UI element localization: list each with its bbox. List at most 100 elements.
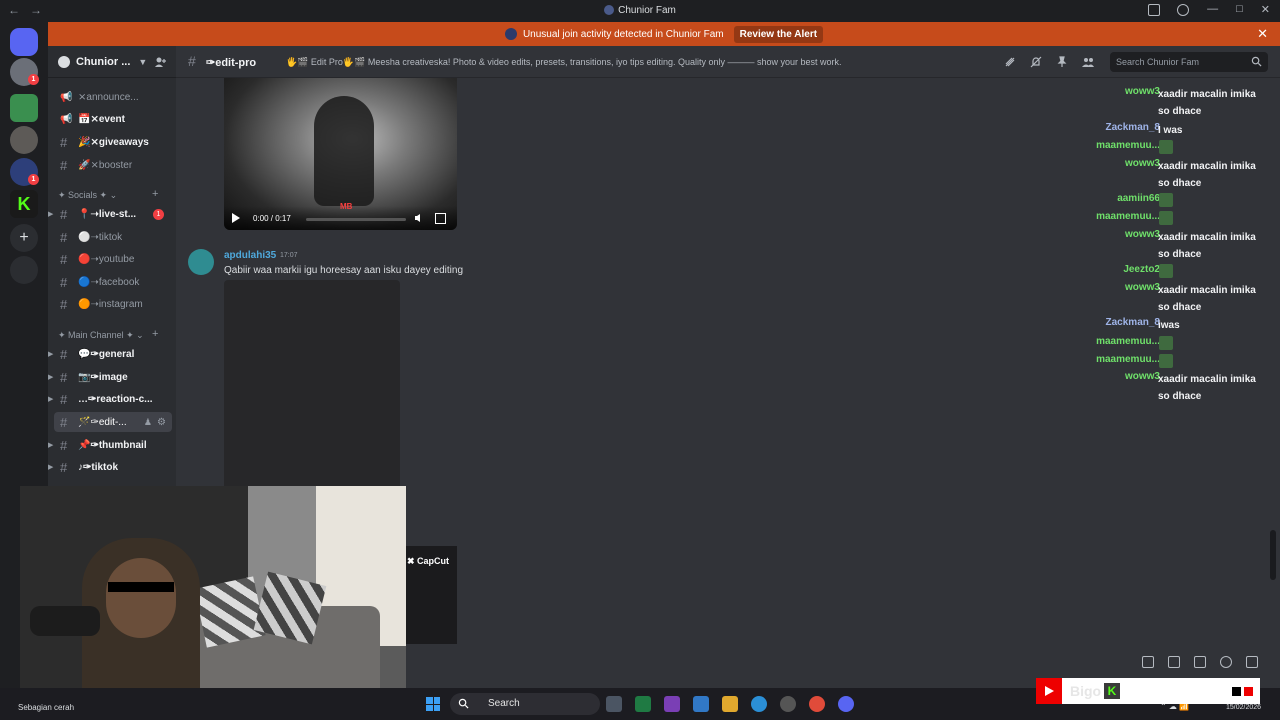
- channel-item-event[interactable]: 📢 📅⨯event: [48, 109, 176, 129]
- webcam-overlay: [20, 486, 406, 703]
- server-avatar[interactable]: [10, 94, 38, 122]
- avatar[interactable]: [188, 249, 214, 275]
- channel-item-general[interactable]: ▶ # 💬✑general: [48, 344, 176, 364]
- server-header[interactable]: Chunior ... ▼: [48, 46, 176, 78]
- apps-icon[interactable]: [1246, 656, 1258, 668]
- fullscreen-icon[interactable]: [435, 213, 446, 224]
- hash-icon: #: [60, 346, 68, 362]
- file-explorer-icon[interactable]: [722, 696, 738, 712]
- invite-icon[interactable]: ♟: [144, 417, 152, 428]
- overlay-chat-line: xaadir macalin imika: [1158, 284, 1256, 296]
- scrollbar[interactable]: [1270, 530, 1276, 580]
- sticker-icon[interactable]: [1194, 656, 1206, 668]
- composer-toolbar: [1142, 656, 1258, 668]
- maximize-icon[interactable]: □: [1236, 3, 1243, 16]
- mute-bell-icon[interactable]: [1030, 55, 1042, 68]
- channel-item-live-stream[interactable]: ▶ # 📍➝live-st... 1: [48, 204, 176, 224]
- add-channel-icon[interactable]: +: [152, 188, 158, 200]
- gear-icon[interactable]: ⚙: [157, 417, 166, 428]
- channel-name: ✑edit-pro: [206, 57, 257, 69]
- channel-item-tiktok-main[interactable]: ▶ # ♪✑tiktok: [48, 457, 176, 477]
- channel-item-booster[interactable]: # 🚀⨯booster: [48, 155, 176, 175]
- add-channel-icon[interactable]: +: [152, 328, 158, 340]
- windows-start-icon[interactable]: [426, 697, 440, 711]
- channel-label: ⨯announce...: [78, 91, 139, 103]
- discover-icon[interactable]: [10, 256, 38, 284]
- capcut-video-attachment[interactable]: ✖ CapCut: [403, 546, 457, 644]
- category-main-channel[interactable]: ✦ Main Channel ✦ ⌄ +: [58, 328, 158, 341]
- message-author[interactable]: apdulahi35: [224, 250, 276, 261]
- mention-badge: 1: [153, 208, 164, 220]
- taskbar-search[interactable]: Search: [450, 693, 600, 715]
- emoji-icon[interactable]: [1220, 656, 1232, 668]
- category-socials[interactable]: ✦ Socials ✦ ⌄ +: [58, 188, 158, 201]
- inbox-icon[interactable]: [1148, 4, 1160, 16]
- stream-social-badge: Bigo K: [1036, 678, 1260, 704]
- hash-icon: #: [60, 369, 68, 385]
- channel-item-image[interactable]: ▶ # 📷✑image: [48, 367, 176, 387]
- pin-icon[interactable]: [1056, 55, 1068, 67]
- channel-label: 📍➝live-st...: [78, 208, 137, 220]
- channel-item-thumbnail[interactable]: ▶ # 📌✑thumbnail: [48, 435, 176, 455]
- channel-label: 📌✑thumbnail: [78, 439, 147, 451]
- search-input[interactable]: Search Chunior Fam: [1110, 52, 1268, 72]
- window-controls: — □ ✕: [1207, 3, 1270, 16]
- threads-icon[interactable]: [1004, 55, 1016, 67]
- channel-item-tiktok[interactable]: # ⚪➝tiktok: [48, 227, 176, 247]
- gif-icon[interactable]: [1168, 656, 1180, 668]
- hash-icon: #: [60, 459, 68, 475]
- channel-item-reaction[interactable]: ▶ # …✑reaction-c...: [48, 389, 176, 409]
- emote-icon: [1159, 193, 1173, 208]
- channel-item-giveaways[interactable]: # 🎉⨯giveaways: [48, 132, 176, 152]
- channel-label: 🚀⨯booster: [78, 159, 133, 171]
- video-progress-bar[interactable]: [306, 218, 406, 221]
- server-avatar[interactable]: [10, 126, 38, 154]
- unread-indicator: ▶: [48, 464, 54, 471]
- gift-icon[interactable]: [1142, 656, 1154, 668]
- app-icon[interactable]: [780, 696, 796, 712]
- emote-icon: [1159, 140, 1173, 155]
- overlay-chat-line: xaadir macalin imika: [1158, 374, 1256, 386]
- channel-item-facebook[interactable]: # 🔵➝facebook: [48, 272, 176, 292]
- channel-item-instagram[interactable]: # 🟠➝instagram: [48, 294, 176, 314]
- member-list-icon[interactable]: [1082, 55, 1094, 67]
- chrome-icon[interactable]: [809, 696, 825, 712]
- channel-item-announcements[interactable]: 📢 ⨯announce...: [48, 87, 176, 107]
- minimize-icon[interactable]: —: [1207, 3, 1218, 16]
- pixel-sunglasses: [108, 582, 174, 592]
- add-server-icon[interactable]: +: [10, 224, 38, 252]
- store-icon[interactable]: [693, 696, 709, 712]
- chevron-down-icon[interactable]: ▼: [138, 57, 147, 67]
- overlay-chat-username: maamemuu...: [1096, 336, 1160, 347]
- search-placeholder: Search Chunior Fam: [1116, 57, 1200, 67]
- window-title: Chunior Fam: [0, 5, 1280, 16]
- capcut-logo: ✖ CapCut: [407, 556, 450, 566]
- channel-label: …✑reaction-c...: [78, 393, 153, 405]
- clock-date[interactable]: 15/02/2026: [1226, 704, 1261, 711]
- discord-home-icon[interactable]: [10, 28, 38, 56]
- volume-icon[interactable]: [414, 213, 424, 223]
- overlay-chat-line: so dhace: [1158, 177, 1202, 189]
- kick-server-icon[interactable]: K: [10, 190, 38, 218]
- hash-icon: #: [60, 134, 68, 150]
- media-attachment[interactable]: [224, 280, 400, 490]
- video-attachment[interactable]: MB 0:00 / 0:17: [224, 78, 457, 230]
- excel-icon[interactable]: [635, 696, 651, 712]
- badge-square-icon: [1244, 687, 1253, 696]
- help-icon[interactable]: [1177, 4, 1189, 16]
- review-alert-button[interactable]: Review the Alert: [733, 25, 824, 43]
- discord-taskbar-icon[interactable]: [838, 696, 854, 712]
- channel-label: 🪄✑edit-...: [78, 416, 127, 428]
- channel-item-youtube[interactable]: # 🔴➝youtube: [48, 249, 176, 269]
- task-view-icon[interactable]: [606, 696, 622, 712]
- edge-icon[interactable]: [751, 696, 767, 712]
- close-window-icon[interactable]: ✕: [1261, 3, 1270, 16]
- server-icon: [58, 55, 70, 68]
- channel-item-edit-pro[interactable]: # 🪄✑edit-... ♟ ⚙: [54, 412, 172, 432]
- play-icon[interactable]: [232, 213, 240, 223]
- weather-widget[interactable]: Sebagian cerah: [18, 703, 74, 712]
- channel-topic[interactable]: 🖐🎬 Edit Pro🖐🎬 Meesha creativeska! Photo …: [286, 57, 842, 68]
- close-icon[interactable]: ✕: [1257, 26, 1268, 42]
- m365-icon[interactable]: [664, 696, 680, 712]
- invite-icon[interactable]: [154, 56, 166, 68]
